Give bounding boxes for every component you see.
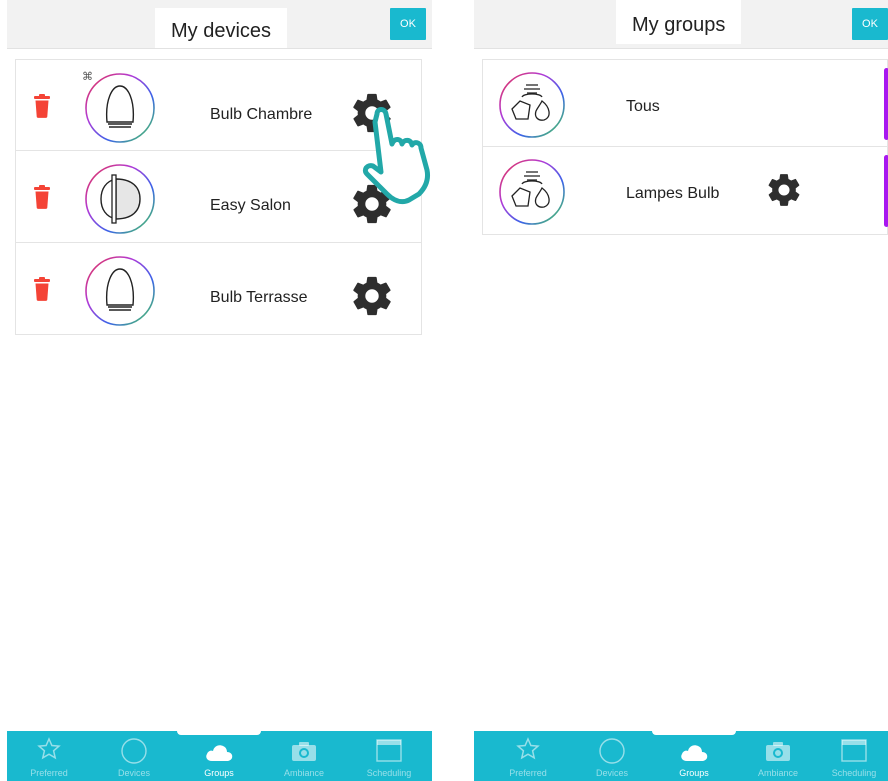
circle-icon [121,738,147,764]
tab-groups[interactable]: Groups [652,731,736,781]
tab-label: Groups [204,768,234,778]
device-name: Bulb Terrasse [210,289,308,306]
tab-label: Ambiance [757,768,799,778]
devices-header: My devices OK [7,0,432,49]
tab-scheduling[interactable]: Scheduling [347,731,431,781]
group-lamps-icon [499,72,565,138]
group-color-bar [884,68,888,140]
bulb-icon [85,256,155,326]
devices-panel: My devices OK ⌘ Bulb Chambre Easy Salon … [7,0,432,781]
tab-label: Preferred [30,768,68,778]
tab-label: Scheduling [366,768,412,778]
calendar-icon [841,739,867,762]
tab-bar: Preferred Devices Groups Ambiance Schedu… [474,729,888,781]
group-list: Tous Lampes Bulb [482,59,888,235]
tab-groups[interactable]: Groups [177,731,261,781]
tab-bar: Preferred Devices Groups Ambiance Schedu… [7,729,432,781]
trash-icon[interactable] [33,94,51,118]
group-name: Lampes Bulb [626,185,720,202]
star-icon [516,737,540,760]
tab-devices[interactable]: Devices [570,731,654,781]
tab-preferred[interactable]: Preferred [7,731,91,781]
star-icon [37,737,61,760]
tab-label: Ambiance [283,768,325,778]
groups-panel: My groups OK Tous Lampes Bulb Preferred … [474,0,888,781]
page-title: My devices [155,8,288,48]
page-title: My groups [616,0,742,44]
camera-icon [766,742,790,761]
tab-label: Groups [679,768,709,778]
group-row-tous[interactable]: Tous [482,59,888,147]
tab-scheduling[interactable]: Scheduling [820,731,888,781]
bulb-icon [85,73,155,143]
circle-icon [599,738,625,764]
gear-icon[interactable] [349,273,395,319]
spotlight-icon [85,164,155,234]
cloud-icon [681,745,708,761]
cloud-icon [206,745,233,761]
tab-label: Devices [117,768,150,778]
tab-devices[interactable]: Devices [92,731,176,781]
tab-ambiance[interactable]: Ambiance [262,731,346,781]
camera-icon [292,742,316,761]
groups-header: My groups OK [474,0,888,49]
tab-ambiance[interactable]: Ambiance [736,731,820,781]
group-lamps-icon [499,159,565,225]
tab-preferred[interactable]: Preferred [486,731,570,781]
device-name: Bulb Chambre [210,106,313,123]
ok-button[interactable]: OK [852,8,888,40]
tab-label: Scheduling [831,768,877,778]
tab-label: Preferred [509,768,547,778]
calendar-icon [376,739,402,762]
group-name: Tous [626,98,660,115]
ok-button[interactable]: OK [390,8,426,40]
pointing-hand-icon [362,107,430,205]
trash-icon[interactable] [33,277,51,301]
tab-label: Devices [595,768,628,778]
device-row-bulb-terrasse[interactable]: Bulb Terrasse [15,243,422,335]
group-row-lampes-bulb[interactable]: Lampes Bulb [482,147,888,235]
device-name: Easy Salon [210,197,291,214]
group-color-bar [884,155,888,227]
trash-icon[interactable] [33,185,51,209]
gear-icon[interactable] [765,171,803,209]
